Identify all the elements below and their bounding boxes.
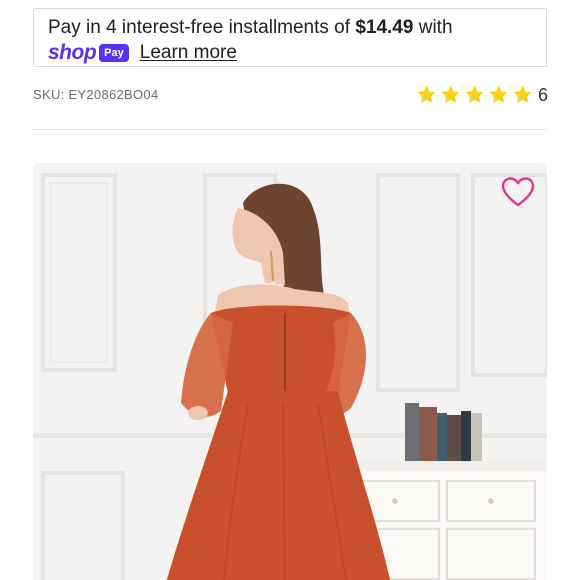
installments-text: Pay in 4 interest-free installments of $… [48, 17, 546, 39]
shop-pay-installments-banner: Pay in 4 interest-free installments of $… [33, 8, 547, 67]
review-count: 6 [537, 84, 548, 105]
star-icon [441, 85, 460, 103]
product-rating[interactable]: 6 [413, 84, 548, 105]
star-icon [417, 85, 436, 103]
installments-text-after: with [413, 17, 453, 38]
installment-amount: $14.49 [355, 17, 414, 38]
section-divider [33, 129, 547, 130]
star-icon [513, 85, 532, 103]
heart-outline-icon[interactable] [501, 176, 535, 208]
star-icon [489, 85, 508, 103]
dress-photo-illustration [33, 163, 547, 580]
product-sku: SKU: EY20862BO04 [33, 87, 159, 102]
installments-text-before: Pay in 4 interest-free installments of [48, 17, 356, 38]
star-icon [465, 85, 484, 103]
product-photo[interactable] [33, 163, 547, 580]
learn-more-link[interactable]: Learn more [140, 42, 237, 64]
shop-pay-badge: Pay [99, 44, 129, 62]
shop-pay-logo: shop [48, 41, 97, 64]
